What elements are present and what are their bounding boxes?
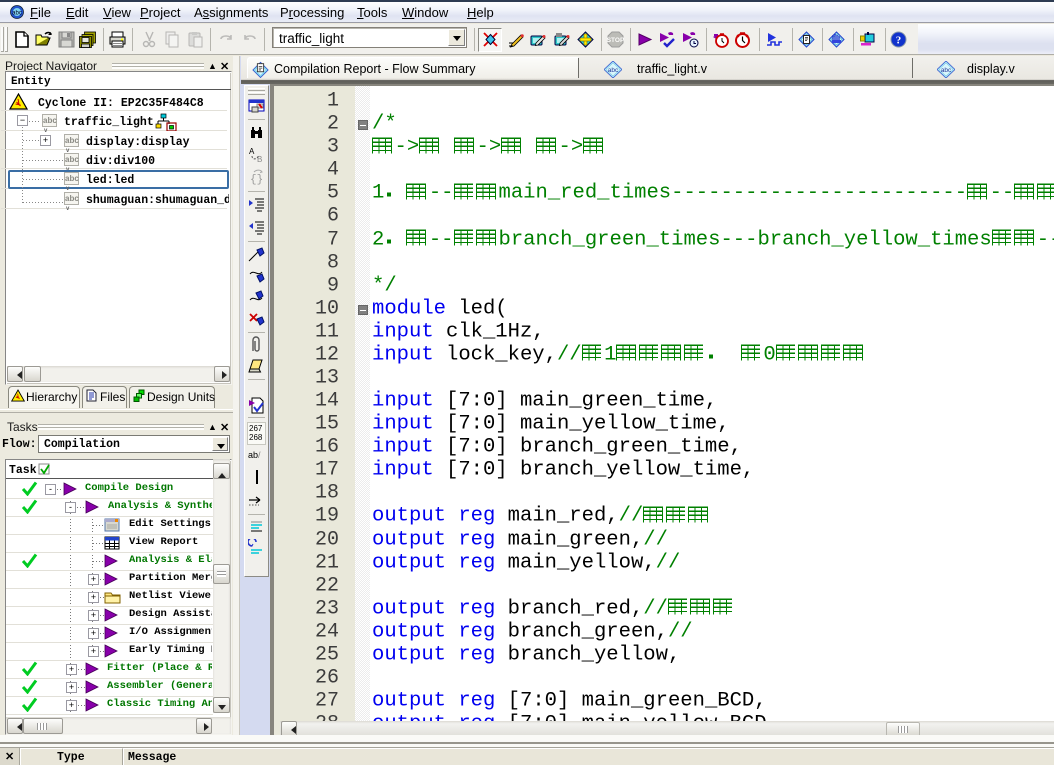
svg-text:?: ? bbox=[896, 35, 902, 47]
svg-text:B: B bbox=[257, 155, 262, 163]
svg-text:STOP: STOP bbox=[607, 37, 624, 44]
svg-text:{}: {} bbox=[250, 174, 263, 185]
svg-text:abc: abc bbox=[12, 11, 22, 17]
svg-text:abc: abc bbox=[608, 67, 619, 74]
svg-text:A: A bbox=[249, 147, 255, 156]
svg-text:abc: abc bbox=[941, 67, 952, 74]
